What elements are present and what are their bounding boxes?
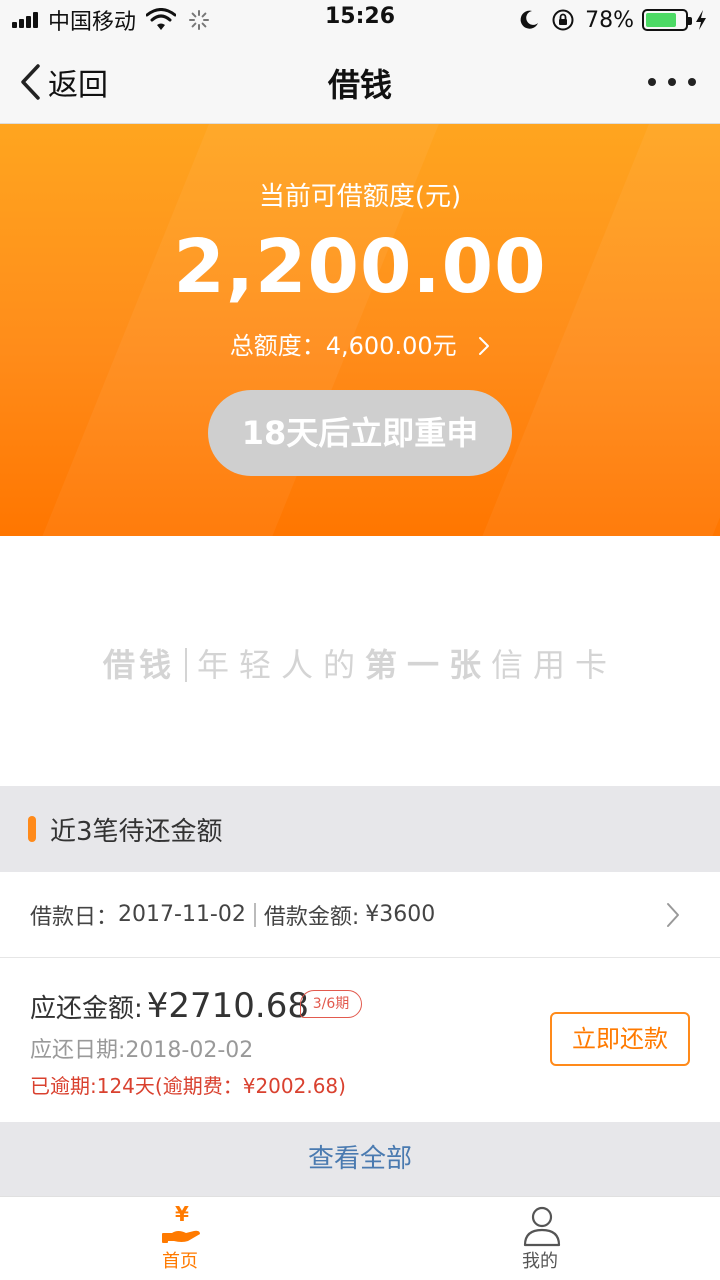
- slogan-divider: [184, 648, 187, 682]
- repay-amount: 应还金额: ¥2710.68: [30, 986, 309, 1026]
- total-credit-prefix: 总额度：: [229, 332, 326, 360]
- battery-percent: 78%: [585, 7, 634, 33]
- chevron-right-icon: [667, 903, 679, 927]
- installment-badge: 3/6期: [300, 990, 362, 1018]
- tab-bar: ¥ 首页 我的: [0, 1196, 720, 1280]
- pending-repayments-header: 近3笔待还金额: [0, 786, 720, 872]
- loan-date-value: 2017-11-02: [118, 902, 246, 927]
- loan-amount-label: 借款金额:: [263, 904, 360, 930]
- section-title: 近3笔待还金额: [50, 816, 223, 847]
- slogan-part3: 信用卡: [491, 646, 618, 684]
- battery-cap: [688, 17, 692, 25]
- slogan-brand: 借钱: [102, 646, 175, 684]
- slogan-part2: 第一张: [365, 646, 492, 684]
- loan-date-label: 借款日：: [30, 904, 119, 930]
- svg-text:¥: ¥: [175, 1203, 189, 1226]
- available-credit-label: 当前可借额度(元): [258, 182, 462, 212]
- total-credit-value: 4,600.00元: [325, 332, 457, 360]
- user-icon: [523, 1206, 561, 1247]
- slogan-part1: 年轻人的: [196, 646, 365, 684]
- rotation-lock-icon: [552, 9, 574, 31]
- charging-bolt-icon: [696, 10, 706, 30]
- total-credit-link[interactable]: 总额度：4,600.00元: [0, 326, 720, 361]
- repay-now-button[interactable]: 立即还款: [550, 1012, 690, 1066]
- accent-bar: [28, 816, 36, 842]
- battery-fill: [646, 13, 676, 27]
- overdue-notice: 已逾期:124天(逾期费：¥2002.68): [30, 1074, 346, 1098]
- chevron-right-icon: [479, 337, 490, 355]
- nav-bar: 返回 借钱: [0, 40, 720, 124]
- loan-row[interactable]: 借款日： 2017-11-02 借款金额: ¥3600: [0, 872, 720, 958]
- reapply-button[interactable]: 18天后立即重申: [208, 390, 512, 476]
- status-right: 78%: [517, 6, 708, 34]
- repay-amount-value: ¥2710.68: [146, 986, 309, 1026]
- view-all-button[interactable]: 查看全部: [0, 1122, 720, 1196]
- battery-icon: [642, 9, 692, 31]
- more-dots-icon[interactable]: [648, 70, 696, 94]
- hand-yen-icon: ¥: [162, 1203, 200, 1243]
- tab-mine[interactable]: 我的: [360, 1197, 720, 1280]
- repayment-item: 应还金额: ¥2710.68 3/6期 应还日期:2018-02-02 已逾期:…: [0, 958, 720, 1122]
- available-credit-amount: 2,200.00: [173, 224, 547, 310]
- tab-mine-label: 我的: [522, 1251, 558, 1272]
- status-bar: 中国移动 15:26 78%: [0, 0, 720, 40]
- repay-amount-label: 应还金额:: [30, 994, 143, 1024]
- loan-amount-value: ¥3600: [365, 902, 436, 927]
- page-title: 借钱: [327, 66, 392, 104]
- due-date: 应还日期:2018-02-02: [30, 1038, 254, 1063]
- tab-home[interactable]: ¥ 首页: [0, 1197, 360, 1280]
- moon-icon: [520, 10, 539, 29]
- tab-home-label: 首页: [162, 1251, 198, 1272]
- credit-hero: 当前可借额度(元) 2,200.00 总额度：4,600.00元 18天后立即重…: [0, 124, 720, 536]
- slogan: 借钱 年轻人的第一张信用卡: [0, 640, 720, 686]
- loan-divider: [253, 902, 256, 927]
